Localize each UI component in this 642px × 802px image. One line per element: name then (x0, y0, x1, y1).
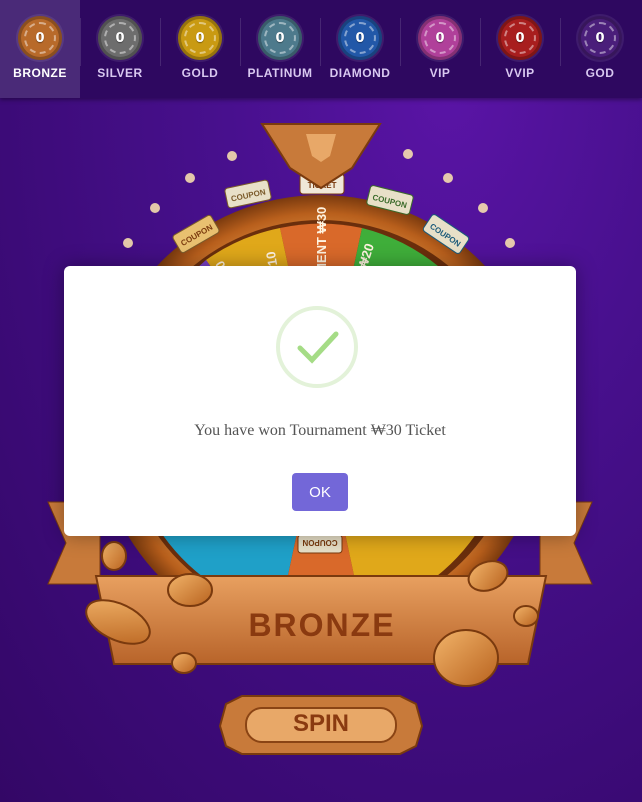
tier-count: 0 (595, 30, 605, 46)
tier-vip[interactable]: 0 VIP (400, 0, 480, 98)
spin-label: SPIN (292, 710, 349, 737)
tier-count: 0 (515, 30, 525, 46)
vvip-chip-icon: 0 (498, 16, 542, 60)
tier-count: 0 (195, 30, 205, 46)
tier-label: DIAMOND (329, 66, 391, 80)
bronze-chip-icon: 0 (18, 16, 62, 60)
tier-bronze[interactable]: 0 BRONZE (0, 0, 80, 98)
spin-button[interactable]: SPIN (218, 694, 424, 756)
tier-platinum[interactable]: 0 PLATINUM (240, 0, 320, 98)
tier-label: GOLD (181, 66, 219, 80)
tier-bar: 0 BRONZE 0 SILVER 0 GOLD 0 PLATINUM 0 DI… (0, 0, 642, 98)
tier-god[interactable]: 0 GOD (560, 0, 640, 98)
tier-count: 0 (115, 30, 125, 46)
tier-label: VVIP (505, 66, 535, 80)
platinum-chip-icon: 0 (258, 16, 302, 60)
tier-count: 0 (355, 30, 365, 46)
banner-title: BRONZE (248, 607, 395, 643)
modal-message: You have won Tournament ₩30 Ticket (194, 422, 446, 439)
coupon-label: COUPON (302, 538, 337, 547)
tier-diamond[interactable]: 0 DIAMOND (320, 0, 400, 98)
ok-button[interactable]: OK (292, 473, 348, 511)
god-chip-icon: 0 (578, 16, 622, 60)
coupon-tag: COUPON (297, 534, 343, 554)
tier-vvip[interactable]: 0 VVIP (480, 0, 560, 98)
diamond-chip-icon: 0 (338, 16, 382, 60)
tier-count: 0 (275, 30, 285, 46)
wheel-pointer (260, 123, 382, 190)
silver-chip-icon: 0 (98, 16, 142, 60)
success-modal: You have won Tournament ₩30 Ticket OK (64, 266, 576, 536)
success-check-icon (276, 306, 358, 388)
tier-count: 0 (35, 30, 45, 46)
tier-label: PLATINUM (247, 66, 313, 80)
tier-gold[interactable]: 0 GOLD (160, 0, 240, 98)
segment-label-10: 10 (263, 250, 280, 267)
tier-label: VIP (429, 66, 451, 80)
tier-silver[interactable]: 0 SILVER (80, 0, 160, 98)
gold-chip-icon: 0 (178, 16, 222, 60)
tier-label: SILVER (97, 66, 143, 80)
tier-label: GOD (585, 66, 615, 80)
tier-count: 0 (435, 30, 445, 46)
vip-chip-icon: 0 (418, 16, 462, 60)
tier-label: BRONZE (13, 66, 67, 80)
